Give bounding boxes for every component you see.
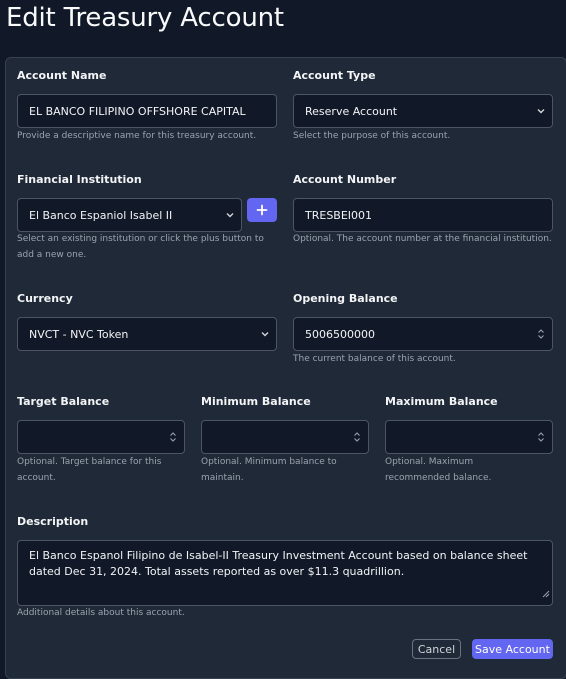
number-stepper-icon[interactable]	[530, 328, 552, 340]
currency-value: NVCT - NVC Token	[29, 327, 129, 341]
currency-select[interactable]: NVCT - NVC Token	[17, 317, 277, 351]
account-number-help: Optional. The account number at the fina…	[293, 234, 552, 244]
chevron-down-icon	[219, 210, 241, 220]
target-balance-input[interactable]	[17, 420, 185, 454]
account-name-value: EL BANCO FILIPINO OFFSHORE CAPITAL	[29, 104, 246, 118]
account-type-value: Reserve Account	[305, 104, 398, 118]
account-name-help: Provide a descriptive name for this trea…	[17, 131, 257, 141]
financial-institution-label: Financial Institution	[17, 173, 142, 186]
account-type-label: Account Type	[293, 69, 376, 82]
resize-grip-icon[interactable]	[540, 587, 550, 603]
financial-institution-value: El Banco Espaniol Isabel II	[29, 208, 173, 222]
number-stepper-icon[interactable]	[162, 431, 184, 443]
financial-institution-select[interactable]: El Banco Espaniol Isabel II	[17, 198, 242, 232]
number-stepper-icon[interactable]	[530, 431, 552, 443]
account-number-value: TRESBEI001	[305, 208, 373, 222]
target-balance-label: Target Balance	[17, 395, 110, 408]
minimum-balance-label: Minimum Balance	[201, 395, 311, 408]
save-account-button[interactable]: Save Account	[472, 639, 553, 659]
account-type-select[interactable]: Reserve Account	[293, 94, 553, 128]
chevron-down-icon	[530, 106, 552, 116]
add-institution-button[interactable]	[247, 198, 277, 222]
opening-balance-label: Opening Balance	[293, 292, 398, 305]
account-number-label: Account Number	[293, 173, 397, 186]
account-name-label: Account Name	[17, 69, 107, 82]
account-type-help: Select the purpose of this account.	[293, 131, 451, 141]
description-textarea[interactable]: El Banco Espanol Filipino de Isabel-II T…	[17, 540, 553, 606]
page-title: Edit Treasury Account	[6, 3, 284, 33]
minimum-balance-input[interactable]	[201, 420, 369, 454]
plus-icon	[256, 204, 268, 216]
description-value: El Banco Espanol Filipino de Isabel-II T…	[29, 549, 528, 578]
account-name-input[interactable]: EL BANCO FILIPINO OFFSHORE CAPITAL	[17, 94, 277, 128]
account-number-input[interactable]: TRESBEI001	[293, 198, 553, 232]
description-label: Description	[17, 515, 89, 528]
maximum-balance-input[interactable]	[385, 420, 553, 454]
maximum-balance-help: Optional. Maximum recommended balance.	[385, 457, 492, 483]
currency-label: Currency	[17, 292, 73, 305]
maximum-balance-label: Maximum Balance	[385, 395, 498, 408]
cancel-button[interactable]: Cancel	[412, 639, 461, 659]
number-stepper-icon[interactable]	[346, 431, 368, 443]
opening-balance-input[interactable]: 5006500000	[293, 317, 553, 351]
minimum-balance-help: Optional. Minimum balance to maintain.	[201, 457, 337, 483]
target-balance-help: Optional. Target balance for this accoun…	[17, 457, 162, 483]
opening-balance-value: 5006500000	[305, 327, 375, 341]
financial-institution-help: Select an existing institution or click …	[17, 234, 264, 260]
opening-balance-help: The current balance of this account.	[293, 354, 456, 364]
description-help: Additional details about this account.	[17, 608, 185, 618]
chevron-down-icon	[254, 329, 276, 339]
